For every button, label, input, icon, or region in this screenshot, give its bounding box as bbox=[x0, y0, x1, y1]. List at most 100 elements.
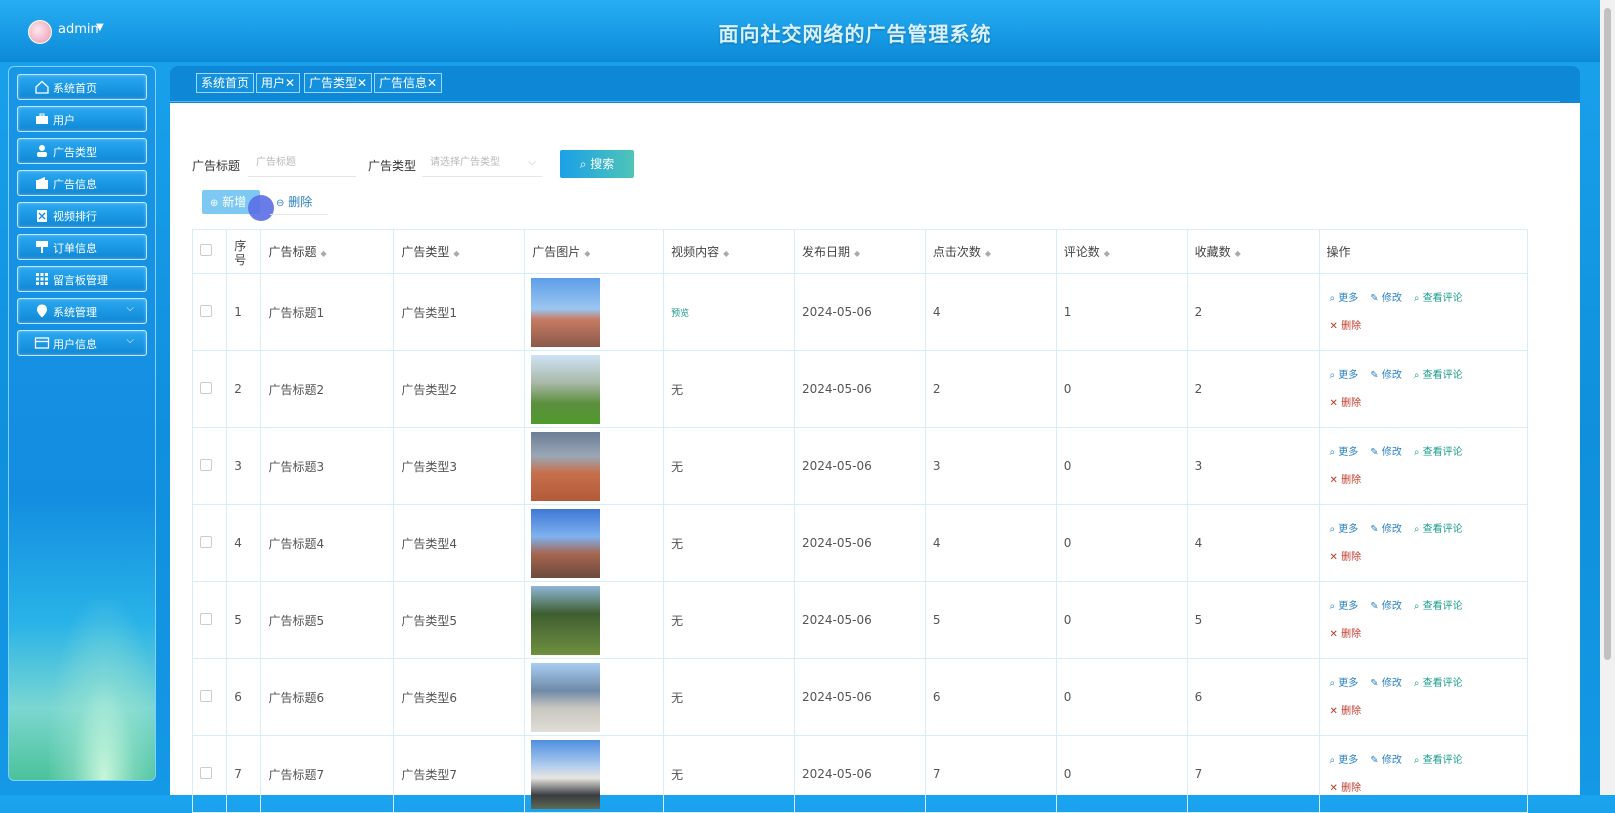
row-index: 3 bbox=[226, 427, 262, 505]
more-button[interactable]: ⌕ 更多 bbox=[1330, 601, 1359, 612]
ad-image-thumbnail[interactable] bbox=[531, 585, 601, 655]
header-title[interactable]: 广告标题 ◆ bbox=[260, 229, 395, 274]
table-row: 2 广告标题2 广告类型2 无 2024-05-06 2 0 2 ⌕ 更多 ✎ 修改 ⌕ 查看评论 ✕… bbox=[191, 350, 1528, 428]
row-select-cell bbox=[191, 658, 228, 736]
more-button[interactable]: ⌕ 更多 bbox=[1330, 678, 1359, 689]
row-favorites: 2 bbox=[1186, 273, 1320, 351]
title-filter-input[interactable]: 广告标题 bbox=[248, 150, 356, 177]
tab-3[interactable]: 广告类型✕ bbox=[304, 73, 373, 93]
more-button[interactable]: ⌕ 更多 bbox=[1330, 370, 1359, 381]
more-button[interactable]: ⌕ 更多 bbox=[1330, 293, 1359, 304]
sidebar-item-2[interactable]: 用户 bbox=[17, 106, 147, 132]
sidebar-item-label: 系统管理 bbox=[53, 306, 97, 319]
delete-button[interactable]: ✕ 删除 bbox=[1330, 706, 1362, 717]
search-button[interactable]: ⌕ 搜索 bbox=[560, 150, 634, 178]
more-button[interactable]: ⌕ 更多 bbox=[1330, 755, 1359, 766]
video-content: 无 bbox=[671, 536, 684, 551]
sidebar-item-1[interactable]: 系统首页 bbox=[17, 74, 147, 100]
view-comments-button[interactable]: ⌕ 查看评论 bbox=[1414, 678, 1463, 689]
row-checkbox[interactable] bbox=[200, 689, 212, 702]
sidebar-item-5[interactable]: 视频排行 bbox=[17, 202, 147, 228]
row-video: 无 bbox=[663, 581, 795, 659]
ad-image-thumbnail[interactable] bbox=[531, 277, 601, 347]
sidebar-item-8[interactable]: 系统管理 ⌵ bbox=[17, 298, 147, 324]
close-icon: ✕ bbox=[1329, 475, 1338, 486]
sidebar-item-3[interactable]: 广告类型 bbox=[17, 138, 147, 164]
row-checkbox[interactable] bbox=[200, 612, 212, 625]
video-content: 无 bbox=[671, 690, 684, 705]
row-comments: 0 bbox=[1055, 581, 1188, 659]
header-type[interactable]: 广告类型 ◆ bbox=[393, 229, 526, 274]
type-filter-select[interactable]: 请选择广告类型 ⌵ bbox=[422, 150, 542, 177]
delete-button[interactable]: ✕ 删除 bbox=[1330, 552, 1362, 563]
user-icon bbox=[34, 143, 50, 159]
sidebar-item-9[interactable]: 用户信息 ⌵ bbox=[17, 330, 147, 356]
row-image-cell bbox=[524, 658, 665, 736]
ad-image-thumbnail[interactable] bbox=[531, 662, 601, 732]
header-comments[interactable]: 评论数 ◆ bbox=[1055, 229, 1188, 274]
row-title: 广告标题7 bbox=[260, 735, 395, 813]
sort-icon: ◆ bbox=[723, 249, 730, 258]
edit-button[interactable]: ✎ 修改 bbox=[1370, 601, 1402, 612]
delete-button[interactable]: ✕ 删除 bbox=[1330, 321, 1362, 332]
more-button[interactable]: ⌕ 更多 bbox=[1330, 447, 1359, 458]
location-icon bbox=[34, 303, 50, 319]
edit-button[interactable]: ✎ 修改 bbox=[1370, 293, 1402, 304]
row-ops: ⌕ 更多 ✎ 修改 ⌕ 查看评论 ✕ 删除 bbox=[1318, 273, 1528, 351]
search-icon: ⌕ bbox=[1329, 524, 1336, 535]
sidebar-item-4[interactable]: 广告信息 bbox=[17, 170, 147, 196]
sidebar-item-6[interactable]: 订单信息 bbox=[17, 234, 147, 260]
header-clicks[interactable]: 点击次数 ◆ bbox=[924, 229, 1057, 274]
view-comments-button[interactable]: ⌕ 查看评论 bbox=[1414, 601, 1463, 612]
search-icon: ⌕ bbox=[579, 157, 587, 171]
tab-1[interactable]: 系统首页 bbox=[196, 73, 255, 93]
row-select-cell bbox=[191, 735, 228, 813]
close-icon[interactable]: ✕ bbox=[427, 76, 437, 90]
row-checkbox[interactable] bbox=[200, 304, 212, 317]
header-date[interactable]: 发布日期 ◆ bbox=[794, 229, 926, 274]
edit-button[interactable]: ✎ 修改 bbox=[1370, 370, 1402, 381]
edit-button[interactable]: ✎ 修改 bbox=[1370, 755, 1402, 766]
edit-button[interactable]: ✎ 修改 bbox=[1370, 447, 1402, 458]
view-comments-button[interactable]: ⌕ 查看评论 bbox=[1414, 370, 1463, 381]
header-video[interactable]: 视频内容 ◆ bbox=[663, 229, 795, 274]
delete-button[interactable]: ✕ 删除 bbox=[1330, 629, 1362, 640]
grid-icon bbox=[34, 271, 50, 287]
row-video: 无 bbox=[663, 735, 795, 813]
view-comments-button[interactable]: ⌕ 查看评论 bbox=[1414, 755, 1463, 766]
close-icon[interactable]: ✕ bbox=[285, 76, 295, 90]
row-checkbox[interactable] bbox=[200, 535, 212, 548]
ad-image-thumbnail[interactable] bbox=[531, 354, 601, 424]
delete-button[interactable]: ✕ 删除 bbox=[1330, 475, 1362, 486]
row-checkbox[interactable] bbox=[200, 766, 212, 779]
table-row: 5 广告标题5 广告类型5 无 2024-05-06 5 0 5 ⌕ 更多 ✎ 修改 ⌕ 查看评论 ✕… bbox=[191, 581, 1528, 659]
row-checkbox[interactable] bbox=[200, 458, 212, 471]
view-comments-button[interactable]: ⌕ 查看评论 bbox=[1414, 524, 1463, 535]
sidebar-item-7[interactable]: 留言板管理 bbox=[17, 266, 147, 292]
close-icon[interactable]: ✕ bbox=[357, 76, 367, 90]
page-scrollbar-thumb[interactable] bbox=[1604, 8, 1611, 660]
sort-icon: ◆ bbox=[1234, 249, 1241, 258]
delete-button[interactable]: ✕ 删除 bbox=[1330, 783, 1362, 794]
ad-image-thumbnail[interactable] bbox=[531, 431, 601, 501]
row-select-cell bbox=[191, 350, 228, 428]
row-checkbox[interactable] bbox=[200, 381, 212, 394]
more-button[interactable]: ⌕ 更多 bbox=[1330, 524, 1359, 535]
tab-2[interactable]: 用户✕ bbox=[256, 73, 301, 93]
video-preview-link[interactable]: 预览 bbox=[671, 309, 689, 319]
edit-button[interactable]: ✎ 修改 bbox=[1370, 678, 1402, 689]
view-comments-button[interactable]: ⌕ 查看评论 bbox=[1414, 447, 1463, 458]
view-comments-button[interactable]: ⌕ 查看评论 bbox=[1414, 293, 1463, 304]
header-favorites[interactable]: 收藏数 ◆ bbox=[1186, 229, 1320, 274]
header-image[interactable]: 广告图片 ◆ bbox=[524, 229, 665, 274]
batch-delete-button[interactable]: ⊖ 删除 bbox=[270, 190, 328, 215]
ad-image-thumbnail[interactable] bbox=[531, 508, 601, 578]
row-video: 无 bbox=[663, 350, 795, 428]
edit-button[interactable]: ✎ 修改 bbox=[1370, 524, 1402, 535]
tab-4[interactable]: 广告信息✕ bbox=[374, 73, 443, 93]
search-icon: ⌕ bbox=[1329, 293, 1336, 304]
select-all-checkbox[interactable] bbox=[200, 244, 212, 256]
delete-button[interactable]: ✕ 删除 bbox=[1330, 398, 1362, 409]
ad-image-thumbnail[interactable] bbox=[531, 739, 601, 809]
row-title: 广告标题1 bbox=[260, 273, 395, 351]
